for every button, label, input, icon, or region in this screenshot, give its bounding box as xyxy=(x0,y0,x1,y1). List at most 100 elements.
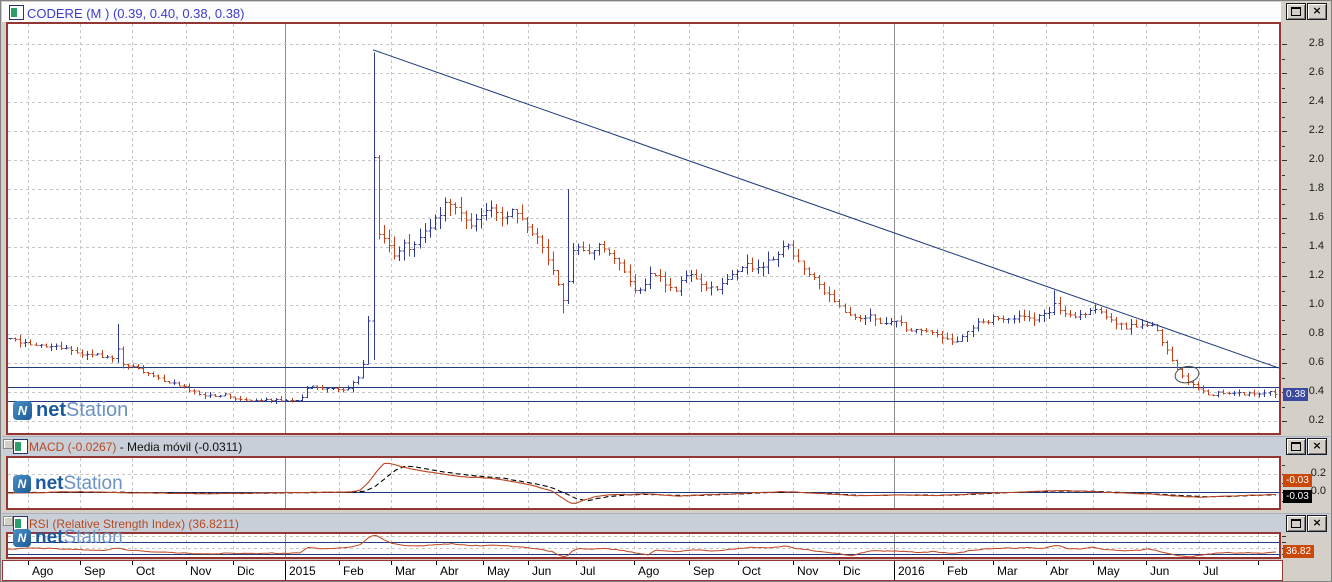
time-axis-tick xyxy=(1146,561,1147,565)
y-axis-label: 2.6 xyxy=(1308,66,1324,78)
time-axis[interactable]: Ago Sep Oct Nov Dic 2015 Feb Mar Abr May Jun Jul Ago… xyxy=(2,560,1283,581)
time-axis-label: Dic xyxy=(237,564,255,578)
year-separator xyxy=(285,561,286,580)
rsi-restore-button[interactable] xyxy=(1286,515,1306,532)
y-axis-tick xyxy=(1282,203,1285,205)
rsi-y-axis[interactable]: 36.82 xyxy=(1282,532,1332,560)
time-axis-tick xyxy=(793,561,794,565)
y-axis-tick xyxy=(1282,542,1286,543)
restore-icon xyxy=(1291,442,1301,451)
netstation-logo-icon: N xyxy=(13,529,31,547)
y-axis-label: 0.2 xyxy=(1308,414,1324,426)
price-plot-area[interactable] xyxy=(6,22,1281,435)
y-axis-tick xyxy=(1282,174,1285,176)
macd-close-button[interactable]: × xyxy=(1307,438,1327,455)
time-axis-label: Nov xyxy=(797,564,819,578)
price-panel-titlebar[interactable]: CODERE (M ) (0.39, 0.40, 0.38, 0.38) xyxy=(2,2,1281,22)
close-icon: × xyxy=(1312,4,1322,17)
price-y-axis[interactable]: 0.2 0.4 0.6 0.8 1.0 1.2 1.4 1.6 1.8 2.0 2.2 2.4 2.6 2… xyxy=(1282,22,1332,436)
time-axis-label: Jul xyxy=(1203,564,1219,578)
y-axis-tick xyxy=(1282,465,1285,466)
restore-icon xyxy=(1291,7,1301,16)
panel-grip[interactable] xyxy=(3,516,13,526)
y-axis-tick xyxy=(1282,319,1285,321)
last-price-badge: 0.38 xyxy=(1283,387,1309,401)
time-axis-tick xyxy=(576,561,577,565)
time-axis-tick xyxy=(1199,561,1200,565)
y-axis-tick xyxy=(1282,116,1285,118)
y-axis-label: 1.6 xyxy=(1308,211,1324,223)
time-axis-tick xyxy=(483,561,484,565)
time-axis-tick xyxy=(993,561,994,565)
y-axis-tick xyxy=(1282,377,1285,379)
netstation-logo-icon: N xyxy=(13,401,32,420)
macd-signal-value-badge: -0.03 xyxy=(1283,489,1312,503)
y-axis-tick xyxy=(1282,232,1285,234)
chart-window-icon xyxy=(13,439,28,454)
close-icon: × xyxy=(1312,439,1322,452)
restore-button[interactable] xyxy=(1286,3,1306,20)
price-panel-title: CODERE (M ) (0.39, 0.40, 0.38, 0.38) xyxy=(27,6,245,21)
y-axis-label: 1.0 xyxy=(1308,298,1324,310)
time-axis-label: 2016 xyxy=(898,564,925,578)
time-axis-tick xyxy=(436,561,437,565)
close-button[interactable]: × xyxy=(1307,3,1327,20)
y-axis-tick xyxy=(1282,261,1285,263)
time-axis-tick xyxy=(80,561,81,565)
time-axis-tick xyxy=(132,561,133,565)
time-axis-label: 2015 xyxy=(289,564,316,578)
time-axis-label: Oct xyxy=(742,564,761,578)
macd-indicator-label: MACD (-0.0267) xyxy=(29,440,117,454)
netstation-logo: N net Station xyxy=(13,399,128,422)
time-axis-label: Feb xyxy=(947,564,968,578)
time-axis-label: Ago xyxy=(32,564,54,578)
macd-signal-label: Media móvil (-0.0311) xyxy=(127,440,243,454)
time-axis-tick xyxy=(1046,561,1047,565)
netstation-logo-station: Station xyxy=(63,527,123,548)
rsi-panel-header[interactable]: RSI (Relative Strength Index) (36.8211) xyxy=(2,513,1330,533)
close-icon: × xyxy=(1312,516,1322,529)
time-axis-label: Dic xyxy=(843,564,861,578)
y-axis-label: 1.2 xyxy=(1308,269,1324,281)
time-axis-tick xyxy=(1258,561,1259,565)
rsi-chart-canvas[interactable] xyxy=(6,532,1281,559)
y-axis-tick xyxy=(1282,348,1285,350)
y-axis-label: 1.4 xyxy=(1308,240,1324,252)
rsi-close-button[interactable]: × xyxy=(1307,515,1327,532)
time-axis-label: Sep xyxy=(84,564,106,578)
time-axis-label: Oct xyxy=(136,564,155,578)
netstation-logo-net: net xyxy=(35,473,64,494)
rsi-plot-area[interactable] xyxy=(6,532,1281,559)
time-axis-tick xyxy=(391,561,392,565)
time-axis-label: Nov xyxy=(190,564,212,578)
time-axis-label: Ago xyxy=(638,564,660,578)
macd-value-badge: -0.03 xyxy=(1283,473,1312,487)
time-axis-label: Mar xyxy=(395,564,416,578)
netstation-logo-icon: N xyxy=(13,475,31,493)
y-axis-tick xyxy=(1282,290,1285,292)
macd-chart-canvas[interactable] xyxy=(6,456,1281,510)
y-axis-label: 0.6 xyxy=(1308,356,1324,368)
macd-plot-area[interactable] xyxy=(6,456,1281,510)
macd-separator: - xyxy=(116,440,128,454)
time-axis-tick xyxy=(233,561,234,565)
macd-panel-header[interactable]: MACD (-0.0267) - Media móvil (-0.0311) xyxy=(2,436,1330,456)
panel-grip[interactable] xyxy=(3,439,13,449)
time-axis-label: Abr xyxy=(440,564,459,578)
macd-restore-button[interactable] xyxy=(1286,438,1306,455)
time-axis-tick xyxy=(186,561,187,565)
price-chart-canvas[interactable] xyxy=(6,22,1281,435)
netstation-logo-station: Station xyxy=(66,399,129,421)
netstation-logo: N net Station xyxy=(13,473,123,495)
time-axis-label: May xyxy=(487,564,510,578)
restore-icon xyxy=(1291,519,1301,528)
time-axis-tick xyxy=(689,561,690,565)
macd-y-axis[interactable]: 0.2 0.0 -0.03 -0.03 xyxy=(1282,456,1332,510)
time-axis-label: Jun xyxy=(1150,564,1170,578)
rsi-value-badge: 36.82 xyxy=(1283,544,1315,558)
time-axis-tick xyxy=(839,561,840,565)
time-axis-label: Sep xyxy=(693,564,715,578)
chart-window-icon xyxy=(9,5,24,20)
netstation-logo-net: net xyxy=(35,527,64,548)
time-axis-tick xyxy=(528,561,529,565)
